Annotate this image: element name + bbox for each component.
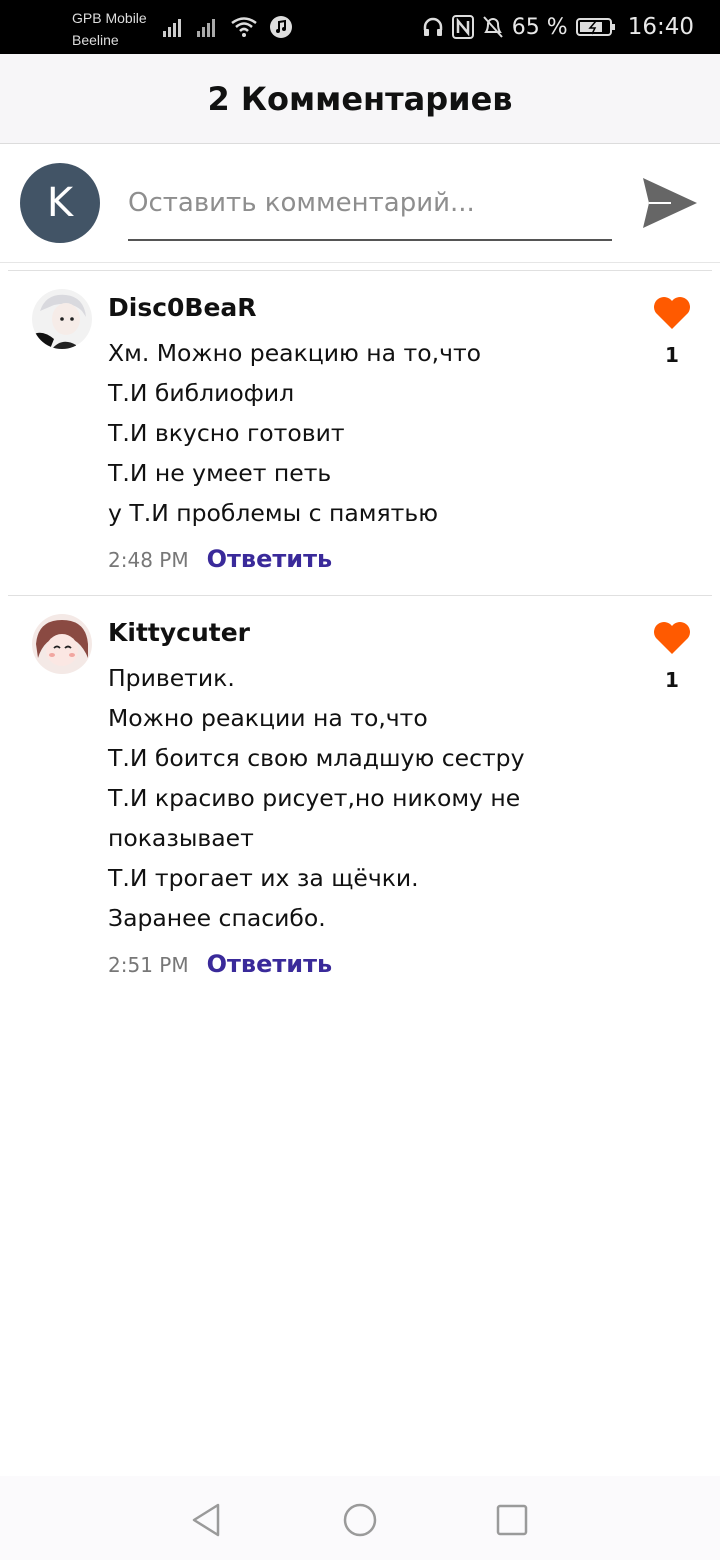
comment-line: у Т.И проблемы с памятью [108, 499, 438, 527]
back-icon [192, 1503, 220, 1537]
comment-meta: 2:48 PM Ответить [108, 545, 332, 573]
headphones-icon [423, 17, 443, 36]
like-button[interactable] [652, 620, 692, 656]
carrier-info: GPB Mobile Beeline [72, 7, 147, 51]
comment-line: Можно реакции на то,что [108, 704, 428, 732]
comment: Kittycuter Приветик. Можно реакции на то… [8, 595, 712, 1015]
comment-line: показывает [108, 824, 254, 852]
avatar[interactable] [32, 614, 92, 674]
avatar: K [20, 163, 100, 243]
comment-line: Заранее спасибо. [108, 904, 326, 932]
like-count: 1 [665, 668, 679, 692]
user-avatar-image [32, 614, 92, 674]
header: 2 Комментариев [0, 54, 720, 144]
user-avatar-image [32, 289, 92, 349]
comment-line: Т.И красиво рисует,но никому не [108, 784, 521, 812]
like-button[interactable] [652, 295, 692, 331]
comment-line: Т.И не умеет петь [108, 459, 332, 487]
carrier-name-2: Beeline [72, 32, 119, 48]
comment-author[interactable]: Kittycuter [108, 618, 250, 647]
comment-composer: K [0, 145, 720, 263]
comment-input[interactable] [128, 175, 612, 241]
comment-time: 2:48 PM [108, 548, 189, 572]
clock: 16:40 [627, 14, 694, 40]
reply-button[interactable]: Ответить [207, 545, 333, 573]
heart-icon [654, 622, 690, 654]
comment-line: Хм. Можно реакцию на то,что [108, 339, 482, 367]
home-button[interactable] [340, 1500, 380, 1540]
comment-body: Приветик. Можно реакции на то,что Т.И бо… [108, 658, 525, 938]
comment-list: Disc0BeaR Хм. Можно реакцию на то,что Т.… [0, 270, 720, 1015]
battery-icon [575, 18, 615, 36]
reply-button[interactable]: Ответить [207, 950, 333, 978]
carrier-name-1: GPB Mobile [72, 10, 147, 26]
avatar[interactable] [32, 289, 92, 349]
home-icon [343, 1503, 377, 1537]
comment-line: Т.И библиофил [108, 379, 295, 407]
recents-button[interactable] [492, 1500, 532, 1540]
comment-line: Т.И трогает их за щёчки. [108, 864, 419, 892]
wifi-icon [231, 17, 257, 37]
comment-line: Т.И боится свою младшую сестру [108, 744, 525, 772]
send-icon [643, 178, 697, 228]
comment-line: Т.И вкусно готовит [108, 419, 345, 447]
comment-time: 2:51 PM [108, 953, 189, 977]
comment-body: Хм. Можно реакцию на то,что Т.И библиофи… [108, 333, 481, 533]
comment-line: Приветик. [108, 664, 235, 692]
status-bar: GPB Mobile Beeline 65 % 16:40 [0, 0, 720, 54]
heart-icon [654, 297, 690, 329]
signal-icon [163, 19, 181, 37]
like-count: 1 [665, 343, 679, 367]
signal-icon [197, 19, 215, 37]
back-button[interactable] [186, 1500, 226, 1540]
page-title: 2 Комментариев [207, 79, 513, 118]
battery-percent: 65 % [511, 14, 568, 40]
comment-meta: 2:51 PM Ответить [108, 950, 332, 978]
music-icon [270, 16, 292, 38]
system-nav-bar [0, 1476, 720, 1560]
comment: Disc0BeaR Хм. Можно реакцию на то,что Т.… [8, 270, 712, 595]
mute-icon [483, 16, 503, 38]
send-button[interactable] [638, 173, 702, 233]
status-icons-right: 65 % 16:40 [422, 12, 694, 42]
comment-author[interactable]: Disc0BeaR [108, 293, 257, 322]
nfc-icon [451, 15, 474, 39]
status-icons-left [163, 14, 293, 40]
recents-icon [496, 1504, 528, 1536]
